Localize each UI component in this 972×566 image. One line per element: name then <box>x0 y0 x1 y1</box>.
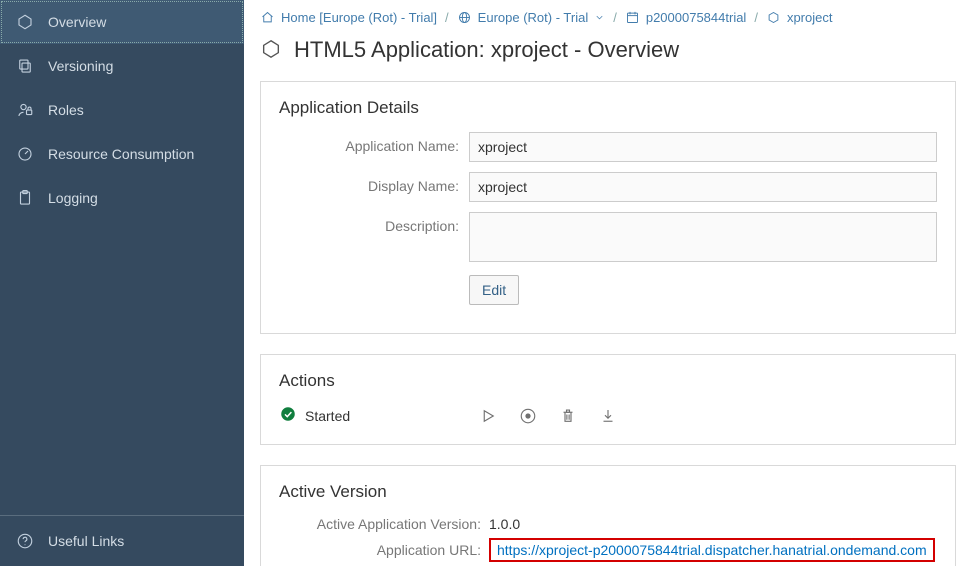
panel-application-details: Application Details Application Name: Di… <box>260 81 956 334</box>
user-lock-icon <box>16 101 34 119</box>
home-icon <box>260 10 275 25</box>
check-circle-icon <box>279 405 297 426</box>
sidebar: Overview Versioning Roles Resource Consu… <box>0 0 244 566</box>
input-display-name[interactable] <box>469 172 937 202</box>
label-description: Description: <box>279 212 469 234</box>
input-description[interactable] <box>469 212 937 262</box>
sidebar-item-logging[interactable]: Logging <box>0 176 244 220</box>
sidebar-item-overview[interactable]: Overview <box>0 0 244 44</box>
breadcrumb-app[interactable]: xproject <box>766 10 833 25</box>
breadcrumb-region[interactable]: Europe (Rot) - Trial <box>457 10 606 25</box>
download-icon[interactable] <box>599 407 617 425</box>
label-application-url: Application URL: <box>279 542 489 558</box>
label-active-version: Active Application Version: <box>279 516 489 532</box>
panel-actions: Actions Started <box>260 354 956 445</box>
label-display-name: Display Name: <box>279 172 469 194</box>
sidebar-item-label: Overview <box>48 14 106 30</box>
sidebar-item-resource-consumption[interactable]: Resource Consumption <box>0 132 244 176</box>
sidebar-item-label: Resource Consumption <box>48 146 194 162</box>
value-active-version: 1.0.0 <box>489 516 520 532</box>
application-url-link[interactable]: https://xproject-p2000075844trial.dispat… <box>497 542 927 558</box>
sidebar-item-label: Logging <box>48 190 98 206</box>
sidebar-item-label: Useful Links <box>48 533 124 549</box>
panel-title: Application Details <box>279 98 937 118</box>
breadcrumb-home[interactable]: Home [Europe (Rot) - Trial] <box>260 10 437 25</box>
main-area: Home [Europe (Rot) - Trial] / Europe (Ro… <box>244 0 972 566</box>
stop-icon[interactable] <box>519 407 537 425</box>
gauge-icon <box>16 145 34 163</box>
hexagon-icon <box>260 38 282 63</box>
application-url-highlight: https://xproject-p2000075844trial.dispat… <box>489 538 935 562</box>
help-icon <box>16 532 34 550</box>
copy-icon <box>16 57 34 75</box>
sidebar-item-label: Versioning <box>48 58 113 74</box>
input-app-name[interactable] <box>469 132 937 162</box>
sidebar-item-useful-links[interactable]: Useful Links <box>0 516 244 566</box>
sidebar-item-roles[interactable]: Roles <box>0 88 244 132</box>
panel-title: Active Version <box>279 482 937 502</box>
status-text: Started <box>305 408 350 424</box>
calendar-icon <box>625 10 640 25</box>
breadcrumb-account[interactable]: p2000075844trial <box>625 10 746 25</box>
sidebar-item-versioning[interactable]: Versioning <box>0 44 244 88</box>
play-icon[interactable] <box>479 407 497 425</box>
sidebar-item-label: Roles <box>48 102 84 118</box>
chevron-down-icon <box>594 12 605 23</box>
page-title: HTML5 Application: xproject - Overview <box>294 37 679 63</box>
edit-button[interactable]: Edit <box>469 275 519 305</box>
label-app-name: Application Name: <box>279 132 469 154</box>
hexagon-icon <box>16 13 34 31</box>
panel-active-version: Active Version Active Application Versio… <box>260 465 956 566</box>
breadcrumb: Home [Europe (Rot) - Trial] / Europe (Ro… <box>244 0 972 31</box>
panel-title: Actions <box>279 371 937 391</box>
app-status: Started <box>279 405 479 426</box>
trash-icon[interactable] <box>559 407 577 425</box>
globe-icon <box>457 10 472 25</box>
clipboard-icon <box>16 189 34 207</box>
hexagon-icon <box>766 10 781 25</box>
